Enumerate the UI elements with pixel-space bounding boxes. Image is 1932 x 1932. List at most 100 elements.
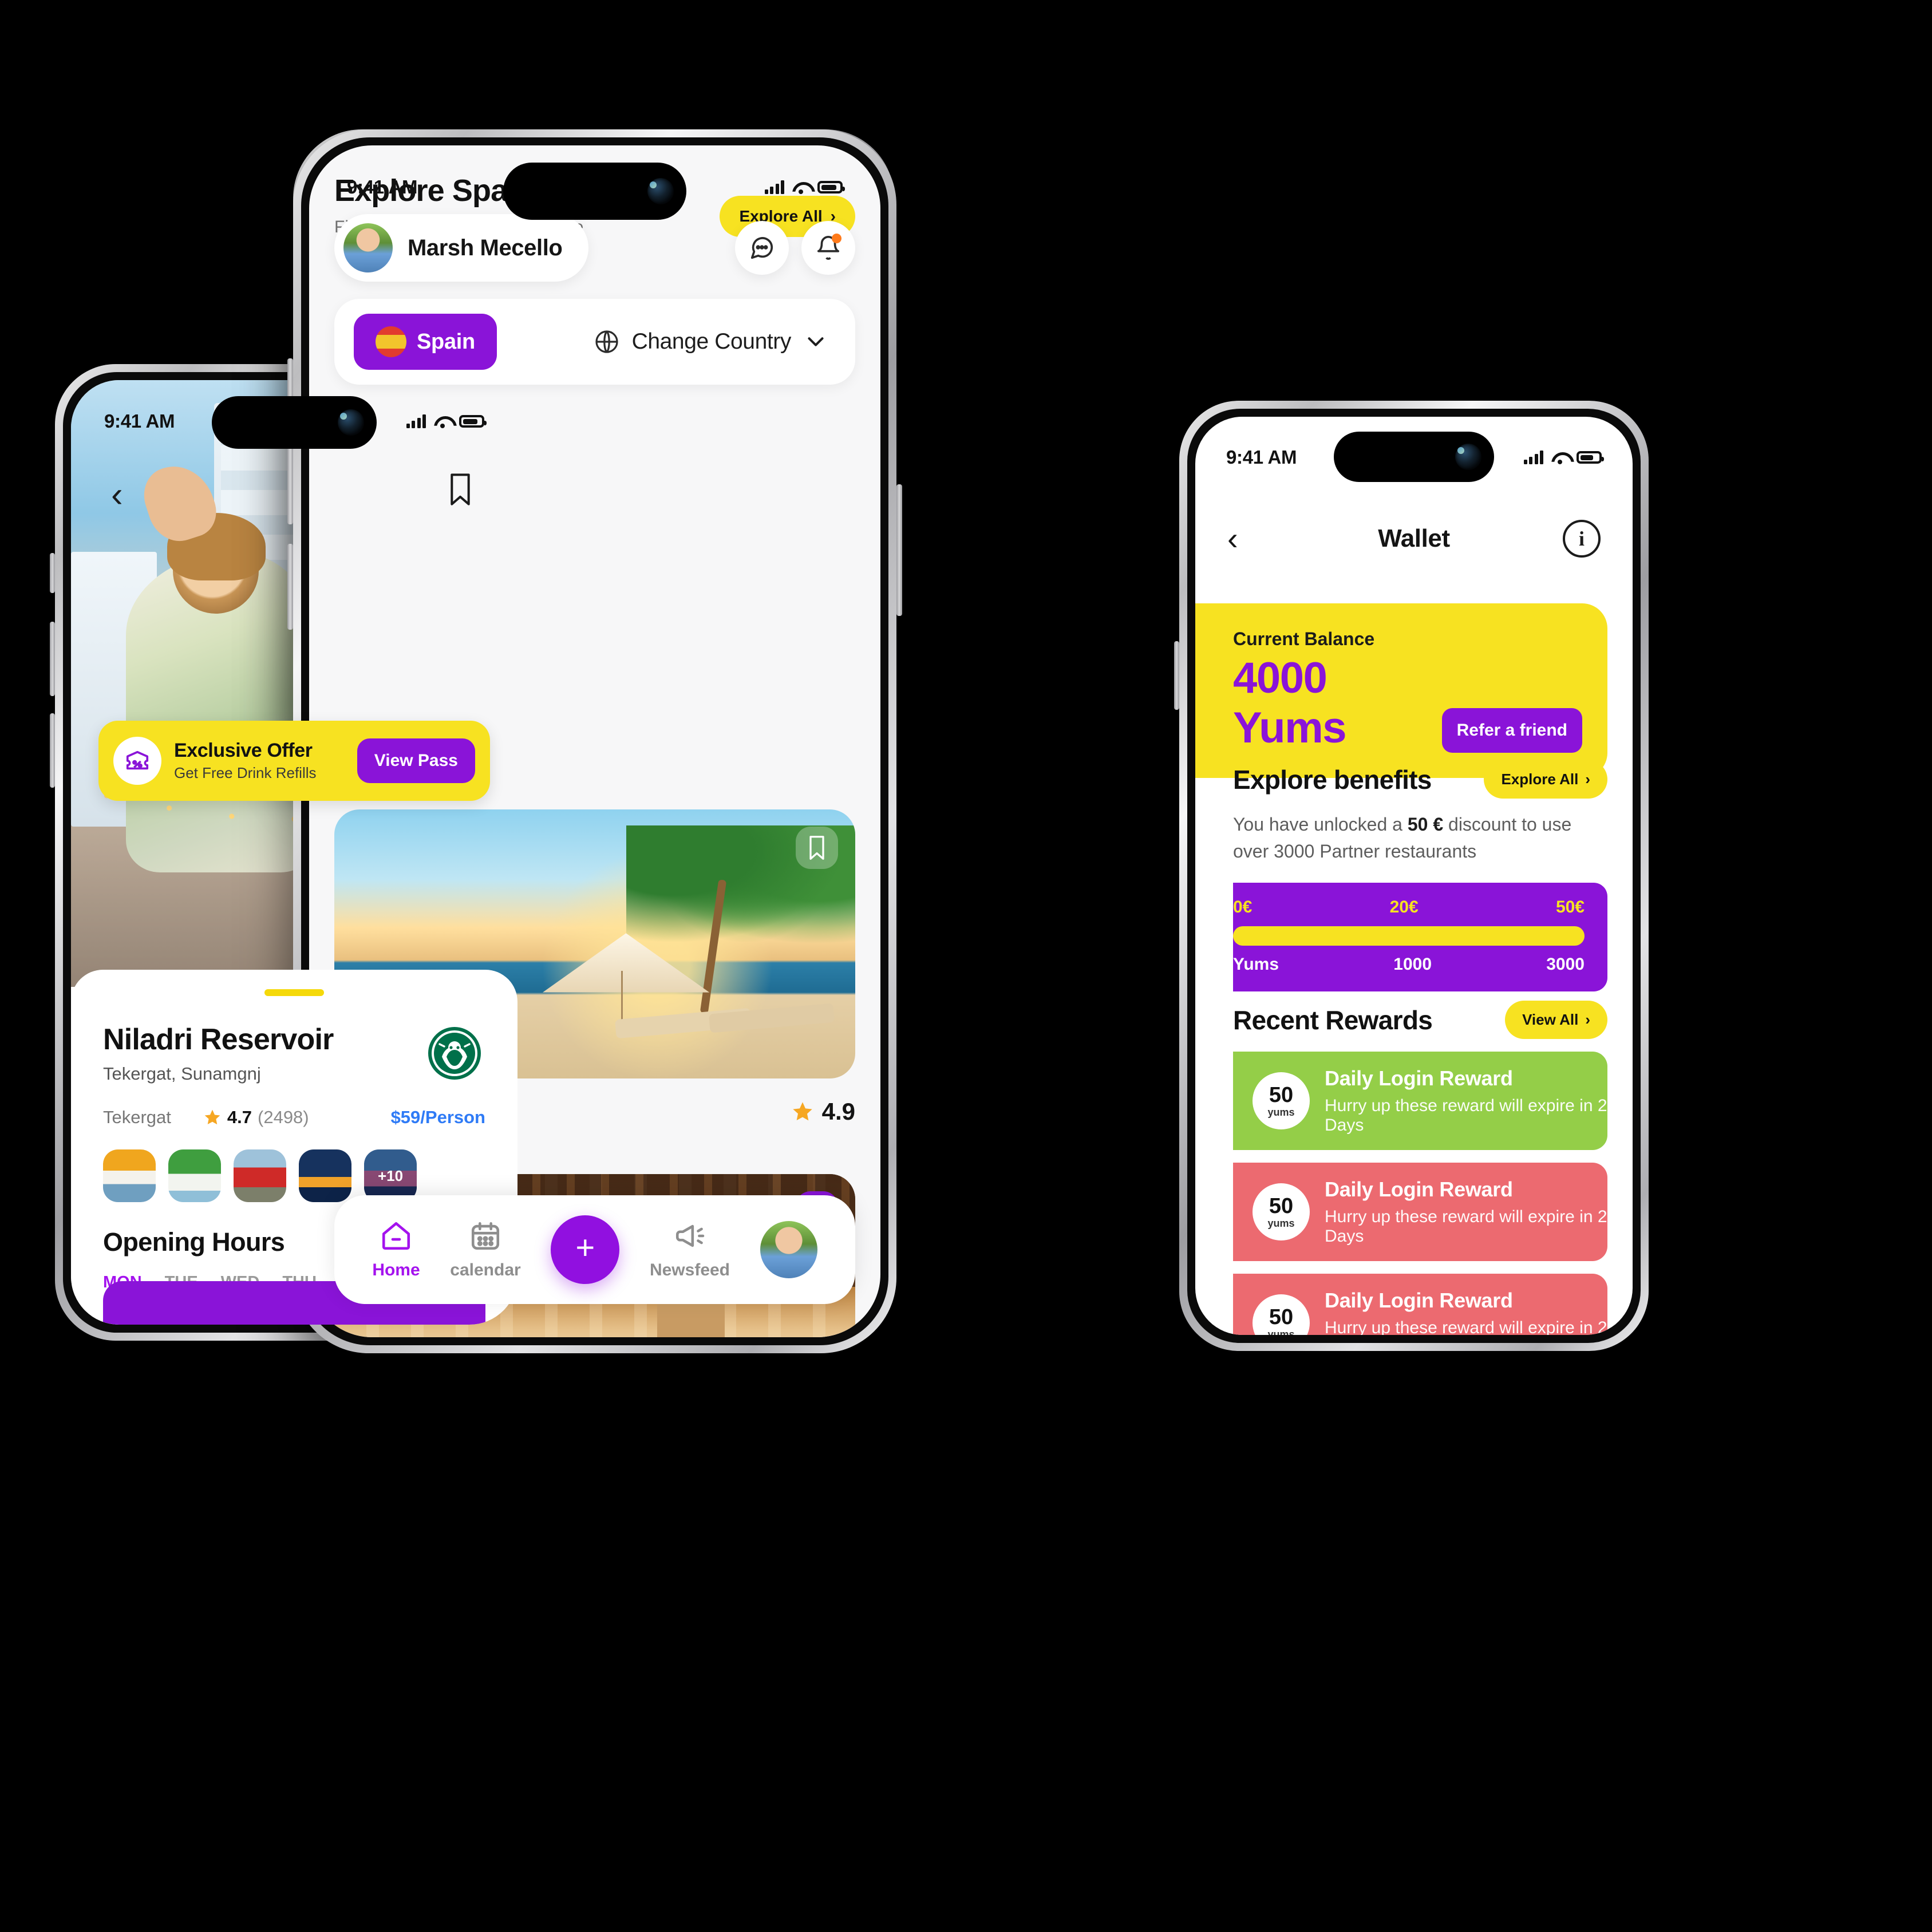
battery-icon (1577, 451, 1604, 464)
refer-a-friend-button[interactable]: Refer a friend (1441, 708, 1582, 753)
progress-yum-1: 1000 (1393, 954, 1432, 974)
cellular-signal-icon (764, 180, 784, 194)
status-time: 9:41 AM (1226, 447, 1297, 468)
nav-label-home: Home (372, 1261, 420, 1279)
back-button[interactable]: ‹ (111, 477, 123, 513)
photo-thumbnail[interactable] (299, 1149, 351, 1202)
reward-unit: yums (1267, 1107, 1295, 1118)
status-icons (764, 180, 845, 194)
benefits-desc-amount: 50 € (1407, 814, 1444, 835)
mute-switch[interactable] (50, 553, 55, 593)
chevron-right-icon: › (1585, 771, 1590, 788)
notification-bell-icon[interactable] (801, 221, 855, 275)
discount-ticket-icon (113, 737, 161, 785)
nav-label-calendar: calendar (450, 1261, 521, 1279)
status-icons (406, 414, 487, 428)
meta-rating-count: (2498) (258, 1107, 309, 1127)
place-name: Niladri Reservoir (103, 1023, 334, 1056)
reward-title: Daily Login Reward (1325, 1178, 1513, 1201)
reward-subtitle: Hurry up these reward will expire in 2 D… (1325, 1096, 1607, 1135)
bottom-navigation: Home calendar + Newsfeed (334, 1195, 855, 1304)
reward-title: Daily Login Reward (1325, 1066, 1513, 1090)
balance-card: Current Balance 4000 Yums Refer a friend (1195, 603, 1607, 778)
nav-item-newsfeed[interactable]: Newsfeed (650, 1219, 730, 1280)
benefits-title: Explore benefits (1233, 764, 1432, 795)
phone-wallet: 9:41 AM ‹ Wallet i Current Balance 4000 … (1174, 401, 1649, 1351)
volume-down-button[interactable] (50, 713, 55, 788)
home-header: Marsh Mecello Spain Change Country (309, 214, 880, 385)
view-pass-button[interactable]: View Pass (357, 738, 475, 783)
meta-rating-value: 4.7 (227, 1107, 252, 1127)
reward-unit: yums (1267, 1218, 1295, 1229)
user-chip[interactable]: Marsh Mecello (334, 214, 589, 282)
photo-thumbnail[interactable] (103, 1149, 156, 1202)
globe-icon (595, 330, 618, 353)
add-button[interactable]: + (551, 1215, 620, 1284)
progress-tick-0: 0€ (1233, 897, 1253, 916)
cellular-signal-icon (406, 414, 426, 428)
add-button-label: + (575, 1229, 595, 1266)
benefits-explore-all-label: Explore All (1501, 771, 1579, 788)
change-country-label: Change Country (631, 329, 792, 354)
photo-thumbnail-more[interactable]: +10 (364, 1149, 417, 1202)
country-selector-bar: Spain Change Country (334, 299, 855, 385)
meta-rating: 4.7 (2498) (203, 1107, 309, 1128)
nav-item-calendar[interactable]: calendar (450, 1219, 521, 1280)
reward-row[interactable]: 50 yums Daily Login Reward Hurry up thes… (1233, 1274, 1607, 1335)
cellular-signal-icon (1523, 451, 1543, 464)
nav-item-profile-avatar[interactable] (760, 1221, 817, 1278)
place-meta-row: Tekergat 4.7 (2498) $59/Person (103, 1107, 485, 1128)
info-circle-icon[interactable]: i (1563, 520, 1601, 558)
reward-subtitle: Hurry up these reward will expire in 2 D… (1325, 1207, 1607, 1246)
power-button[interactable] (896, 484, 902, 616)
selected-country-label: Spain (417, 329, 475, 354)
rewards-section: Recent Rewards View All › 50 yums Daily … (1195, 1001, 1607, 1335)
front-camera-icon (338, 409, 364, 436)
wifi-icon (792, 181, 809, 194)
selected-country-chip[interactable]: Spain (354, 314, 497, 370)
offer-subtitle: Get Free Drink Refills (174, 764, 317, 781)
photo-thumbnail[interactable] (168, 1149, 221, 1202)
status-time: 9:41 AM (104, 410, 175, 432)
reward-amount-badge: 50 yums (1253, 1294, 1310, 1335)
progress-bar (1233, 926, 1585, 946)
wifi-icon (1551, 451, 1568, 464)
star-icon (204, 1109, 220, 1125)
nav-item-home[interactable]: Home (372, 1219, 420, 1280)
rewards-view-all-button[interactable]: View All › (1505, 1001, 1607, 1039)
calendar-icon (471, 1222, 500, 1250)
volume-down-button[interactable] (287, 544, 293, 630)
chevron-down-icon (808, 337, 824, 346)
progress-tick-labels: 0€ 20€ 50€ (1233, 898, 1585, 917)
place-card-rating-value: 4.9 (821, 1098, 855, 1125)
thumbnail-more-count: +10 (364, 1149, 417, 1202)
volume-up-button[interactable] (287, 438, 293, 524)
reward-row[interactable]: 50 yums Daily Login Reward Hurry up thes… (1233, 1052, 1607, 1150)
progress-yum-2: 3000 (1546, 954, 1585, 974)
back-button[interactable]: ‹ (1227, 523, 1238, 555)
benefits-explore-all-button[interactable]: Explore All › (1484, 760, 1607, 799)
rewards-view-all-label: View All (1522, 1011, 1579, 1028)
chat-bubble-icon[interactable] (735, 221, 789, 275)
sheet-grabber[interactable] (264, 989, 324, 996)
progress-tick-2: 50€ (1555, 897, 1585, 916)
exclusive-offer-banner[interactable]: Exclusive Offer Get Free Drink Refills V… (98, 721, 490, 801)
dynamic-island (212, 396, 377, 449)
star-icon (792, 1102, 812, 1121)
change-country-button[interactable]: Change Country (593, 328, 829, 355)
front-camera-icon (1455, 444, 1481, 470)
photo-thumbnail[interactable] (234, 1149, 286, 1202)
dynamic-island (503, 163, 686, 220)
benefits-description: You have unlocked a 50 € discount to use… (1233, 811, 1607, 866)
reward-unit: yums (1267, 1329, 1295, 1335)
bookmark-icon[interactable] (448, 472, 473, 507)
front-camera-icon (647, 178, 674, 204)
reward-row[interactable]: 50 yums Daily Login Reward Hurry up thes… (1233, 1163, 1607, 1261)
volume-up-button[interactable] (50, 622, 55, 696)
bookmark-icon[interactable] (796, 827, 838, 869)
volume-up-button[interactable] (1174, 641, 1179, 710)
offer-title: Exclusive Offer (174, 740, 313, 761)
wifi-icon (434, 415, 451, 428)
progress-tick-1: 20€ (1389, 897, 1419, 916)
rewards-title: Recent Rewards (1233, 1005, 1433, 1035)
